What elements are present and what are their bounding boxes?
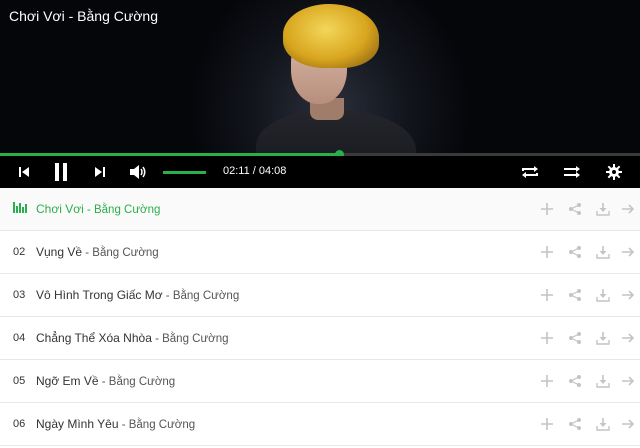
volume-icon bbox=[130, 165, 146, 179]
share-icon[interactable] bbox=[568, 245, 582, 259]
repeat-button[interactable] bbox=[518, 156, 542, 188]
song-artist[interactable]: Bằng Cường bbox=[173, 290, 239, 302]
playlist-row[interactable]: 02 Vụng Về - Bằng Cường bbox=[0, 231, 640, 274]
track-number: 03 bbox=[13, 289, 26, 301]
song-separator: - bbox=[118, 419, 129, 431]
download-icon[interactable] bbox=[596, 417, 610, 431]
download-icon[interactable] bbox=[596, 245, 610, 259]
now-playing-separator: - bbox=[64, 8, 78, 24]
now-playing-title: Chơi Vơi - Bằng Cường bbox=[9, 8, 158, 24]
previous-icon bbox=[19, 167, 29, 177]
add-icon[interactable] bbox=[540, 202, 554, 216]
track-number: 05 bbox=[13, 375, 26, 387]
volume-slider[interactable] bbox=[163, 171, 206, 174]
time-display: 02:11 / 04:08 bbox=[223, 165, 287, 177]
share-icon[interactable] bbox=[568, 417, 582, 431]
arrow-right-icon[interactable] bbox=[621, 245, 635, 259]
song-name[interactable]: Ngày Mình Yêu bbox=[36, 417, 119, 431]
add-icon[interactable] bbox=[540, 288, 554, 302]
song-title[interactable]: Vô Hình Trong Giấc Mơ - Bằng Cường bbox=[36, 288, 239, 302]
track-number: 04 bbox=[13, 332, 26, 344]
pause-button[interactable] bbox=[50, 156, 72, 188]
song-name[interactable]: Vụng Về bbox=[36, 245, 82, 259]
repeat-icon bbox=[522, 166, 538, 178]
artwork-hair bbox=[283, 4, 379, 68]
add-icon[interactable] bbox=[540, 331, 554, 345]
song-artist[interactable]: Bằng Cường bbox=[92, 247, 158, 259]
share-icon[interactable] bbox=[568, 374, 582, 388]
playlist-row[interactable]: 05 Ngỡ Em Về - Bằng Cường bbox=[0, 360, 640, 403]
song-artist[interactable]: Bằng Cường bbox=[109, 376, 175, 388]
track-number: 02 bbox=[13, 246, 26, 258]
playlist-row[interactable]: 04 Chẳng Thể Xóa Nhòa - Bằng Cường bbox=[0, 317, 640, 360]
share-icon[interactable] bbox=[568, 288, 582, 302]
song-title[interactable]: Ngày Mình Yêu - Bằng Cường bbox=[36, 417, 195, 431]
next-button[interactable] bbox=[90, 156, 110, 188]
pause-icon bbox=[55, 163, 67, 181]
song-artist[interactable]: Bằng Cường bbox=[129, 419, 195, 431]
next-icon bbox=[95, 167, 105, 177]
song-title[interactable]: Vụng Về - Bằng Cường bbox=[36, 245, 159, 259]
add-icon[interactable] bbox=[540, 245, 554, 259]
settings-button[interactable] bbox=[603, 156, 625, 188]
player-controls bbox=[0, 156, 640, 188]
song-artist[interactable]: Bằng Cường bbox=[162, 333, 228, 345]
previous-button[interactable] bbox=[14, 156, 34, 188]
playlist: Chơi Vơi - Bằng Cường 02 Vụng Về - Bằng Cư… bbox=[0, 188, 640, 446]
song-title[interactable]: Chẳng Thể Xóa Nhòa - Bằng Cường bbox=[36, 331, 229, 345]
gear-icon bbox=[606, 164, 622, 180]
share-icon[interactable] bbox=[568, 202, 582, 216]
song-name[interactable]: Vô Hình Trong Giấc Mơ bbox=[36, 288, 163, 302]
arrow-right-icon[interactable] bbox=[621, 202, 635, 216]
playlist-row[interactable]: Chơi Vơi - Bằng Cường bbox=[0, 188, 640, 231]
song-separator: - bbox=[151, 333, 163, 345]
song-name[interactable]: Chơi Vơi bbox=[36, 202, 84, 216]
arrow-right-icon[interactable] bbox=[621, 417, 635, 431]
song-separator: - bbox=[98, 376, 109, 388]
download-icon[interactable] bbox=[596, 374, 610, 388]
download-icon[interactable] bbox=[596, 331, 610, 345]
arrow-right-icon[interactable] bbox=[621, 288, 635, 302]
add-icon[interactable] bbox=[540, 417, 554, 431]
video-player: Chơi Vơi - Bằng Cường 02:11 / 04:08 bbox=[0, 0, 640, 188]
equalizer-icon bbox=[13, 202, 27, 213]
arrow-right-icon[interactable] bbox=[621, 331, 635, 345]
shuffle-button[interactable] bbox=[560, 156, 584, 188]
song-artist[interactable]: Bằng Cường bbox=[94, 204, 160, 216]
volume-button[interactable] bbox=[127, 156, 149, 188]
playlist-row[interactable]: 03 Vô Hình Trong Giấc Mơ - Bằng Cường bbox=[0, 274, 640, 317]
song-separator: - bbox=[82, 247, 93, 259]
song-name[interactable]: Ngỡ Em Về bbox=[36, 374, 99, 388]
shuffle-icon bbox=[564, 166, 580, 178]
now-playing-song: Chơi Vơi bbox=[9, 8, 65, 24]
share-icon[interactable] bbox=[568, 331, 582, 345]
song-separator: - bbox=[83, 204, 94, 216]
song-name[interactable]: Chẳng Thể Xóa Nhòa bbox=[36, 331, 152, 345]
playlist-row[interactable]: 06 Ngày Mình Yêu - Bằng Cường bbox=[0, 403, 640, 446]
song-title[interactable]: Ngỡ Em Về - Bằng Cường bbox=[36, 374, 175, 388]
download-icon[interactable] bbox=[596, 202, 610, 216]
now-playing-artist: Bằng Cường bbox=[77, 8, 158, 24]
song-title[interactable]: Chơi Vơi - Bằng Cường bbox=[36, 202, 160, 216]
track-number: 06 bbox=[13, 418, 26, 430]
arrow-right-icon[interactable] bbox=[621, 374, 635, 388]
add-icon[interactable] bbox=[540, 374, 554, 388]
download-icon[interactable] bbox=[596, 288, 610, 302]
volume-slider-fill bbox=[163, 171, 206, 174]
song-separator: - bbox=[162, 290, 173, 302]
